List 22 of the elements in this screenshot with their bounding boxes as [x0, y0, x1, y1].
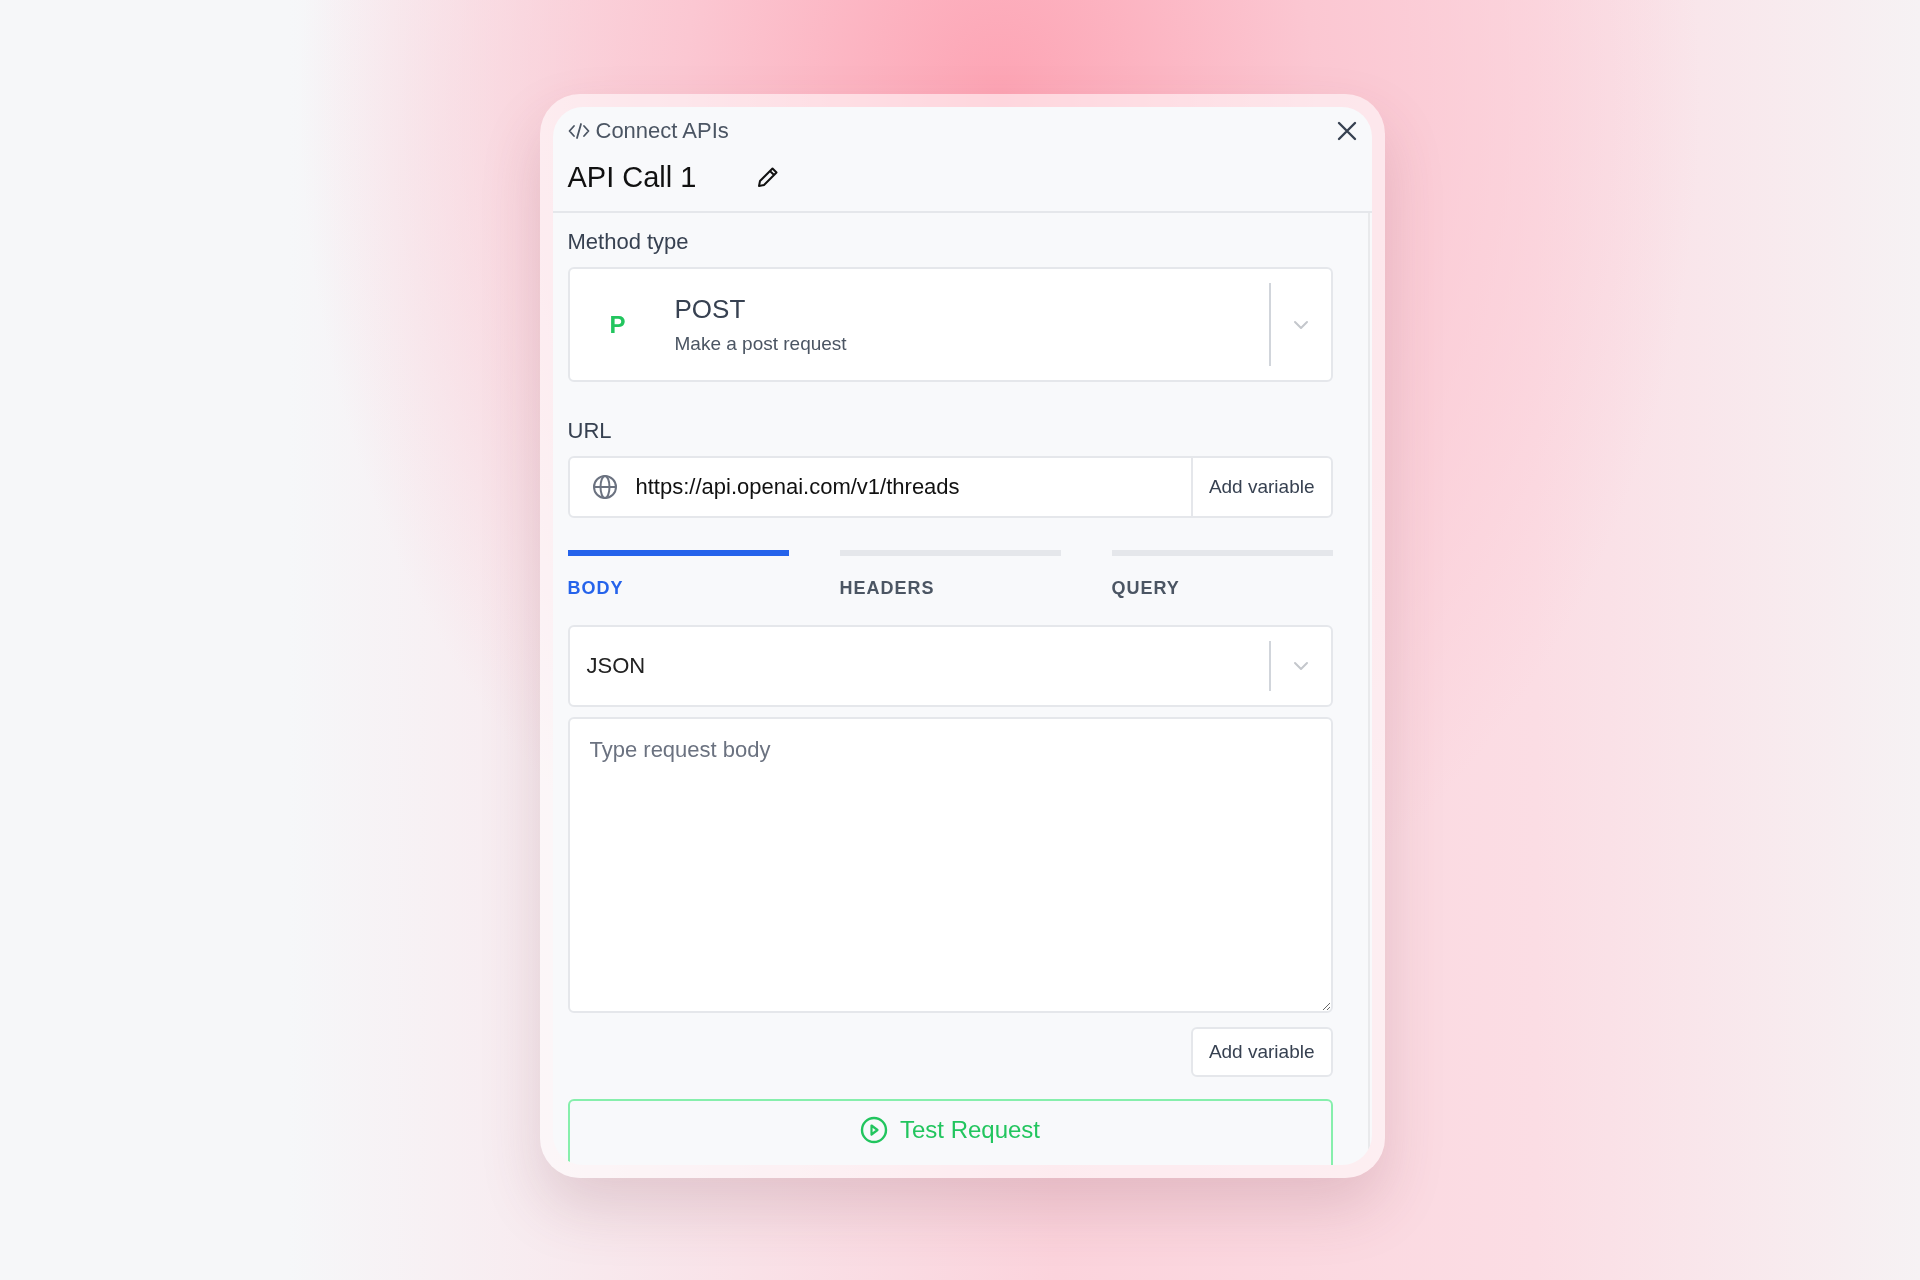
- dialog-title: Connect APIs: [595, 118, 730, 144]
- close-button[interactable]: [1336, 121, 1357, 141]
- method-description: Make a post request: [674, 333, 848, 355]
- request-body-field[interactable]: Type request body: [567, 717, 1333, 1013]
- chevron-down-icon: [1292, 319, 1309, 330]
- method-name: POST: [674, 294, 747, 325]
- url-field[interactable]: https://api.openai.com/v1/threads Add variable: [567, 456, 1333, 518]
- body-type-dropdown[interactable]: JSON: [567, 625, 1333, 707]
- method-dropdown[interactable]: P POST Make a post request: [567, 267, 1333, 382]
- chevron-down-icon: [1292, 661, 1309, 671]
- globe-icon: [591, 474, 618, 500]
- edit-icon[interactable]: [756, 165, 781, 189]
- method-letter: P: [609, 310, 627, 339]
- field-label: URL: [567, 418, 613, 444]
- play-icon: [859, 1115, 888, 1144]
- tab[interactable]: QUERY: [1111, 550, 1333, 599]
- add-variable-button[interactable]: Add variable: [1190, 1027, 1333, 1077]
- code-icon: [567, 122, 590, 140]
- api-call-name: API Call 1: [567, 160, 697, 194]
- tab[interactable]: BODY: [567, 550, 789, 599]
- field-label: Method type: [567, 229, 690, 255]
- tab[interactable]: HEADERS: [839, 550, 1061, 599]
